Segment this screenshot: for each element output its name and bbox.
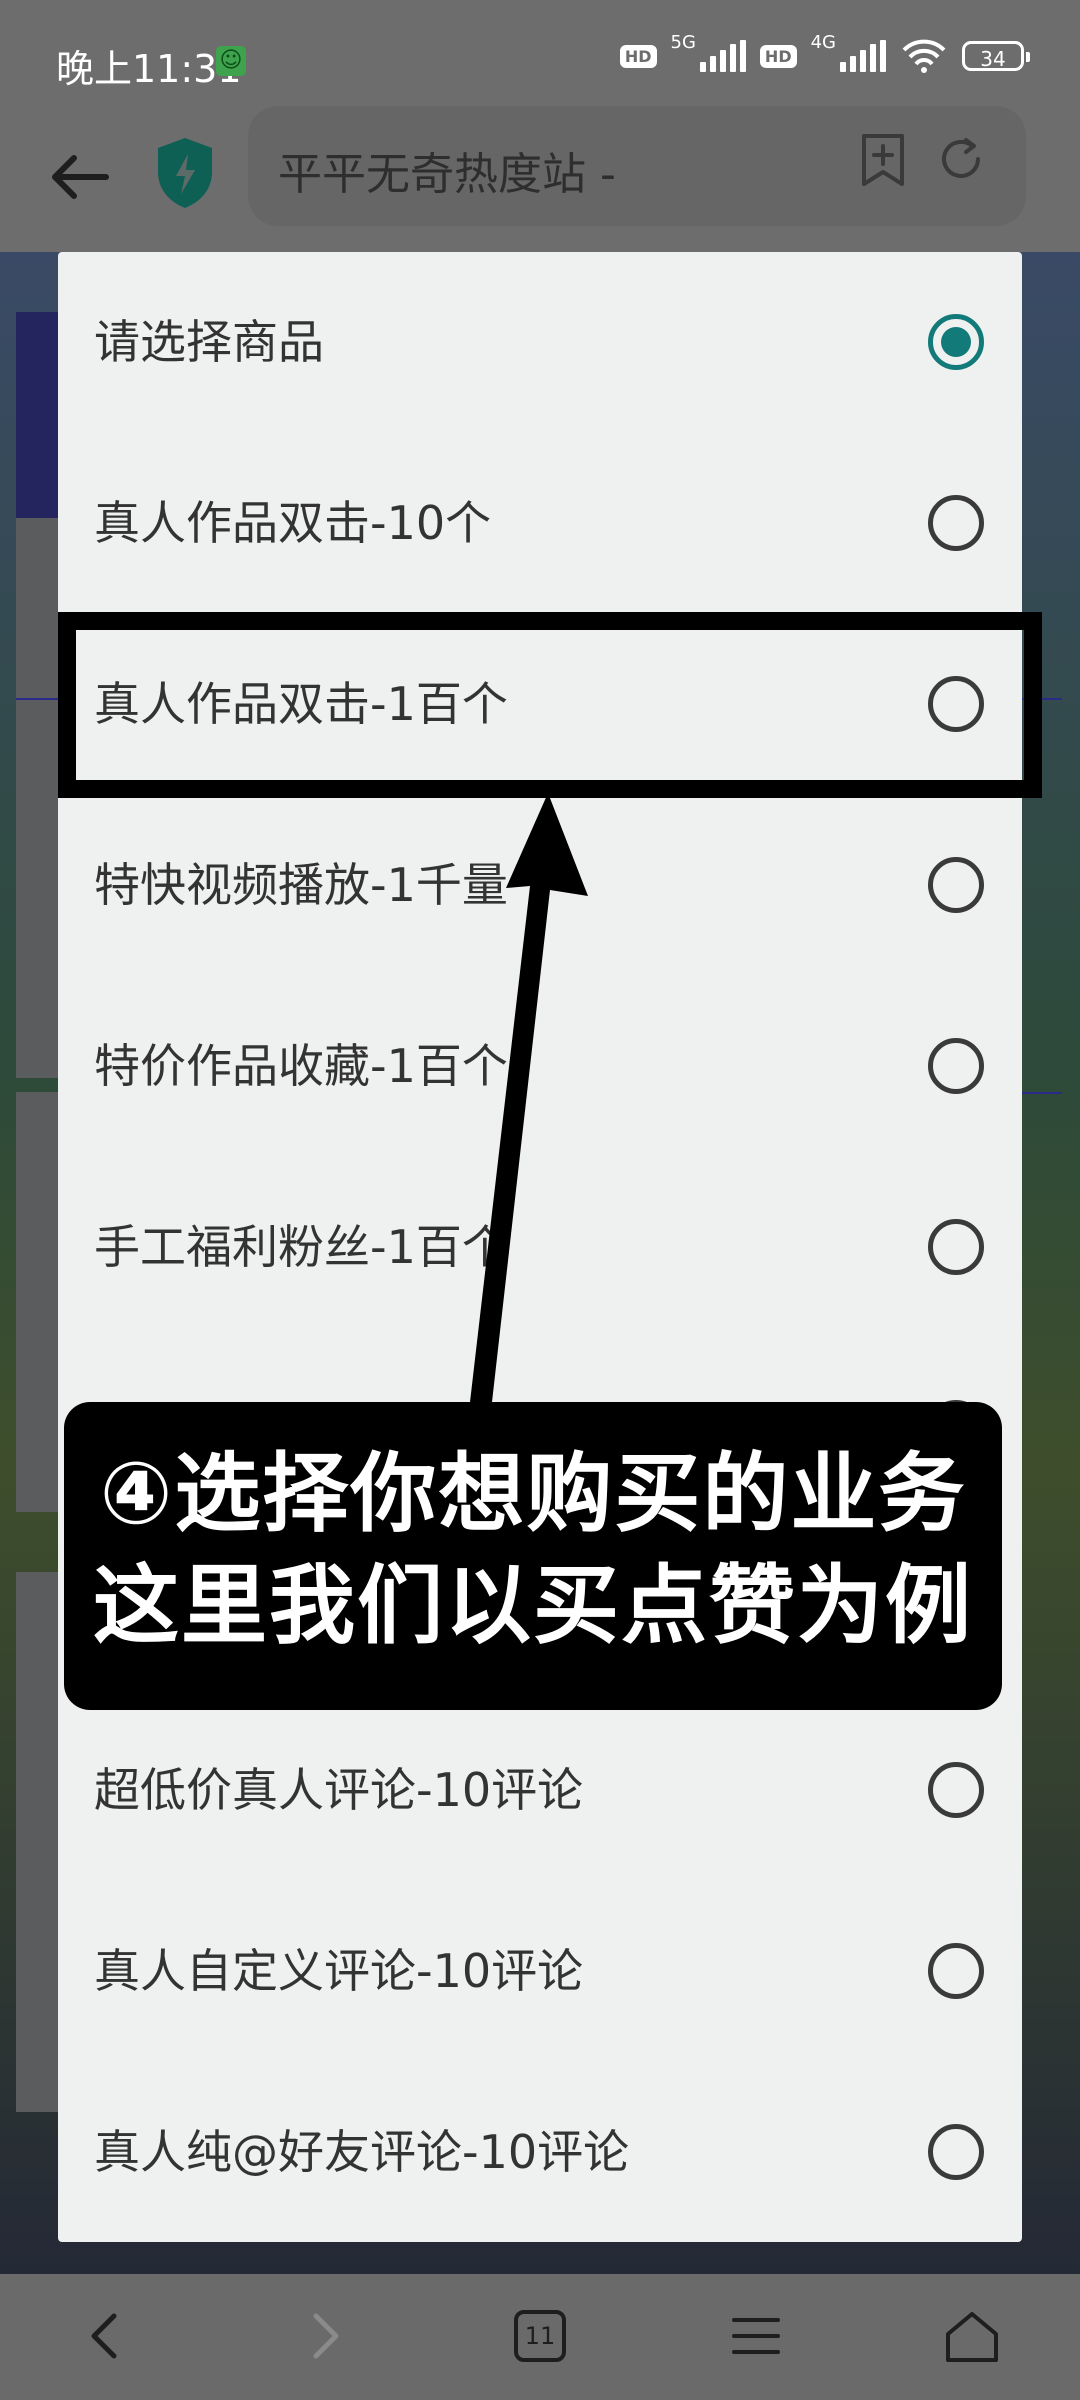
refresh-icon[interactable]: [936, 134, 986, 184]
option-item[interactable]: 手工福利粉丝-1百个: [58, 1157, 1022, 1338]
tabs-count: 11: [524, 2322, 556, 2350]
option-label: 真人自定义评论-10评论: [94, 1944, 584, 1998]
signal-strength-icon: [699, 40, 746, 72]
nav-back-icon[interactable]: [74, 2304, 138, 2368]
security-shield-icon[interactable]: [154, 136, 216, 210]
option-item[interactable]: 真人纯@好友评论-10评论: [58, 2062, 1022, 2243]
browser-toolbar: 平平无奇热度站 -: [0, 106, 1080, 252]
network-5g-label: 5G: [670, 31, 696, 53]
home-icon[interactable]: [940, 2304, 1004, 2368]
option-label: 超低价真人评论-10评论: [94, 1763, 584, 1817]
radio-icon[interactable]: [928, 495, 984, 551]
status-icons: HD 5G HD 4G 34: [619, 32, 1030, 74]
instruction-callout: ④选择你想购买的业务 这里我们以买点赞为例: [64, 1402, 1002, 1710]
option-label: 真人作品双击-10个: [94, 496, 492, 550]
radio-icon[interactable]: [928, 1943, 984, 1999]
highlight-box: [58, 612, 1042, 798]
battery-icon: 34: [962, 41, 1030, 71]
url-bar[interactable]: 平平无奇热度站 -: [248, 106, 1026, 226]
status-bar: 晚上11:31 ☺ HD 5G HD 4G 34: [0, 0, 1080, 120]
option-item[interactable]: 特快视频播放-1千量: [58, 795, 1022, 976]
nav-forward-icon[interactable]: [292, 2304, 356, 2368]
callout-line-1: ④选择你想购买的业务: [99, 1444, 967, 1544]
status-time: 晚上11:31: [56, 47, 242, 91]
back-arrow-icon[interactable]: [46, 142, 116, 212]
page-title[interactable]: 平平无奇热度站 -: [278, 138, 616, 202]
network-4g-label: 4G: [810, 31, 836, 53]
option-label: 特快视频播放-1千量: [94, 858, 508, 912]
option-label: 请选择商品: [94, 315, 324, 369]
radio-selected-icon[interactable]: [928, 314, 984, 370]
radio-icon[interactable]: [928, 1219, 984, 1275]
option-placeholder[interactable]: 请选择商品: [58, 252, 1022, 433]
bottom-navigation: 11: [0, 2274, 1080, 2400]
option-label: 手工福利粉丝-1百个: [94, 1220, 508, 1274]
notification-app-icon: ☺: [216, 46, 246, 76]
hd-badge-2: HD: [759, 44, 797, 68]
hd-badge-1: HD: [619, 44, 657, 68]
tabs-button[interactable]: 11: [508, 2304, 572, 2368]
option-item[interactable]: 超低价真人评论-10评论: [58, 1700, 1022, 1881]
option-item[interactable]: 真人自定义评论-10评论: [58, 1881, 1022, 2062]
radio-icon[interactable]: [928, 857, 984, 913]
option-item[interactable]: 真人作品双击-10个: [58, 433, 1022, 614]
option-label: 真人纯@好友评论-10评论: [94, 2125, 630, 2179]
radio-icon[interactable]: [928, 1762, 984, 1818]
product-select-dialog: 请选择商品 真人作品双击-10个 真人作品双击-1百个 特快视频播放-1千量 特…: [58, 252, 1022, 2242]
add-bookmark-icon[interactable]: [858, 132, 908, 188]
option-label: 特价作品收藏-1百个: [94, 1039, 508, 1093]
option-item[interactable]: 特价作品收藏-1百个: [58, 976, 1022, 1157]
signal-strength-icon-2: [840, 40, 886, 72]
radio-icon[interactable]: [928, 1038, 984, 1094]
radio-icon[interactable]: [928, 2124, 984, 2180]
callout-line-2: 这里我们以买点赞为例: [93, 1556, 973, 1656]
menu-icon[interactable]: [724, 2304, 788, 2368]
wifi-icon: [902, 39, 946, 73]
